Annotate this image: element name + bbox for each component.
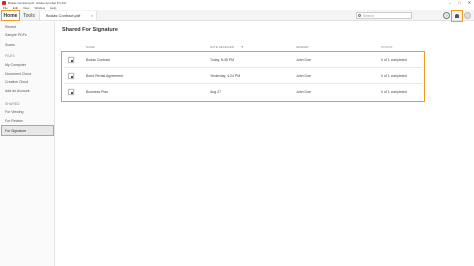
close-window-button[interactable]: ✕ (468, 0, 471, 5)
row-status: 0 of 1 completed (381, 90, 407, 94)
page-title: Shared For Signature (62, 27, 118, 33)
table-row[interactable]: Business Plan Aug 27 John Doe 0 of 1 com… (64, 85, 422, 100)
table-row[interactable]: Bond Rental Agreement Yesterday, 4:24 PM… (64, 69, 422, 84)
sidebar-item-label: For Signature (5, 128, 27, 133)
row-sender: John Doe (296, 58, 311, 62)
main-content: Shared For Signature NAME DATE RECEIVED … (56, 22, 474, 266)
sidebar-item-creative-cloud[interactable]: Creative Cloud (5, 80, 28, 84)
search-placeholder: Search (363, 13, 375, 18)
sidebar-item-my-computer[interactable]: My Computer (5, 63, 26, 67)
maximize-button[interactable]: □ (458, 0, 460, 5)
tab-home[interactable]: Home (1, 10, 20, 21)
row-date: Today, 8:45 PM (210, 58, 235, 62)
sidebar-item-add-account[interactable]: Add an Account (5, 89, 30, 93)
sidebar-item-recent[interactable]: Recent (5, 25, 16, 29)
notifications-bell-icon[interactable] (451, 10, 463, 22)
row-sender: John Doe (296, 90, 311, 94)
close-tab-icon[interactable]: × (91, 13, 93, 18)
column-header-name[interactable]: NAME (86, 45, 95, 49)
sidebar-item-sample-pdfs[interactable]: Sample PDFs (5, 33, 27, 37)
row-date: Aug 27 (210, 90, 222, 94)
avatar[interactable] (464, 12, 471, 19)
sidebar-item-for-review[interactable]: For Review (5, 119, 23, 123)
column-header-date[interactable]: DATE RECEIVED ▼ (210, 45, 244, 49)
window-controls: – □ ✕ (449, 0, 471, 5)
tab-document-label: Bodas Contract.pdf (46, 13, 81, 18)
row-name: Bond Rental Agreement (86, 74, 124, 78)
search-input[interactable]: Search (356, 12, 412, 19)
row-name: Business Plan (86, 90, 109, 94)
pdf-file-icon (68, 73, 74, 79)
row-status: 0 of 1 completed (381, 58, 407, 62)
minimize-button[interactable]: – (449, 0, 451, 5)
tab-document[interactable]: Bodas Contract.pdf × (39, 11, 97, 20)
search-icon (358, 14, 361, 17)
sidebar-item-for-viewing[interactable]: For Viewing (5, 110, 23, 114)
sort-arrow-icon: ▼ (240, 45, 244, 49)
window-title: Bodas Contract.pdf - Adobe Acrobat Pro D… (8, 1, 67, 5)
acrobat-logo-icon (2, 1, 6, 5)
sidebar-section-shared: SHARED (5, 102, 20, 106)
row-sender: John Doe (296, 74, 311, 78)
row-date: Yesterday, 4:24 PM (210, 74, 241, 78)
signature-list: Bodas Contract Today, 8:45 PM John Doe 0… (61, 51, 425, 102)
sidebar-item-for-signature[interactable]: For Signature (1, 125, 54, 136)
table-row[interactable]: Bodas Contract Today, 8:45 PM John Doe 0… (64, 53, 422, 68)
help-icon[interactable]: ? (443, 12, 450, 19)
top-toolbar: Home Tools Bodas Contract.pdf × Search ? (0, 10, 474, 22)
sidebar-item-scans[interactable]: Scans (5, 43, 15, 47)
column-header-sender[interactable]: SENDER (296, 45, 309, 49)
tab-tools[interactable]: Tools (20, 11, 38, 20)
sidebar-section-files: FILES (5, 54, 15, 58)
pdf-file-icon (68, 89, 74, 95)
sidebar-item-document-cloud[interactable]: Document Cloud (5, 72, 31, 76)
sidebar: Recent Sample PDFs Scans FILES My Comput… (0, 22, 55, 266)
row-name: Bodas Contract (86, 58, 111, 62)
column-header-status[interactable]: STATUS (381, 45, 392, 49)
pdf-file-icon (68, 57, 74, 63)
row-status: 0 of 1 completed (381, 74, 407, 78)
column-header-date-label: DATE RECEIVED (210, 45, 234, 49)
